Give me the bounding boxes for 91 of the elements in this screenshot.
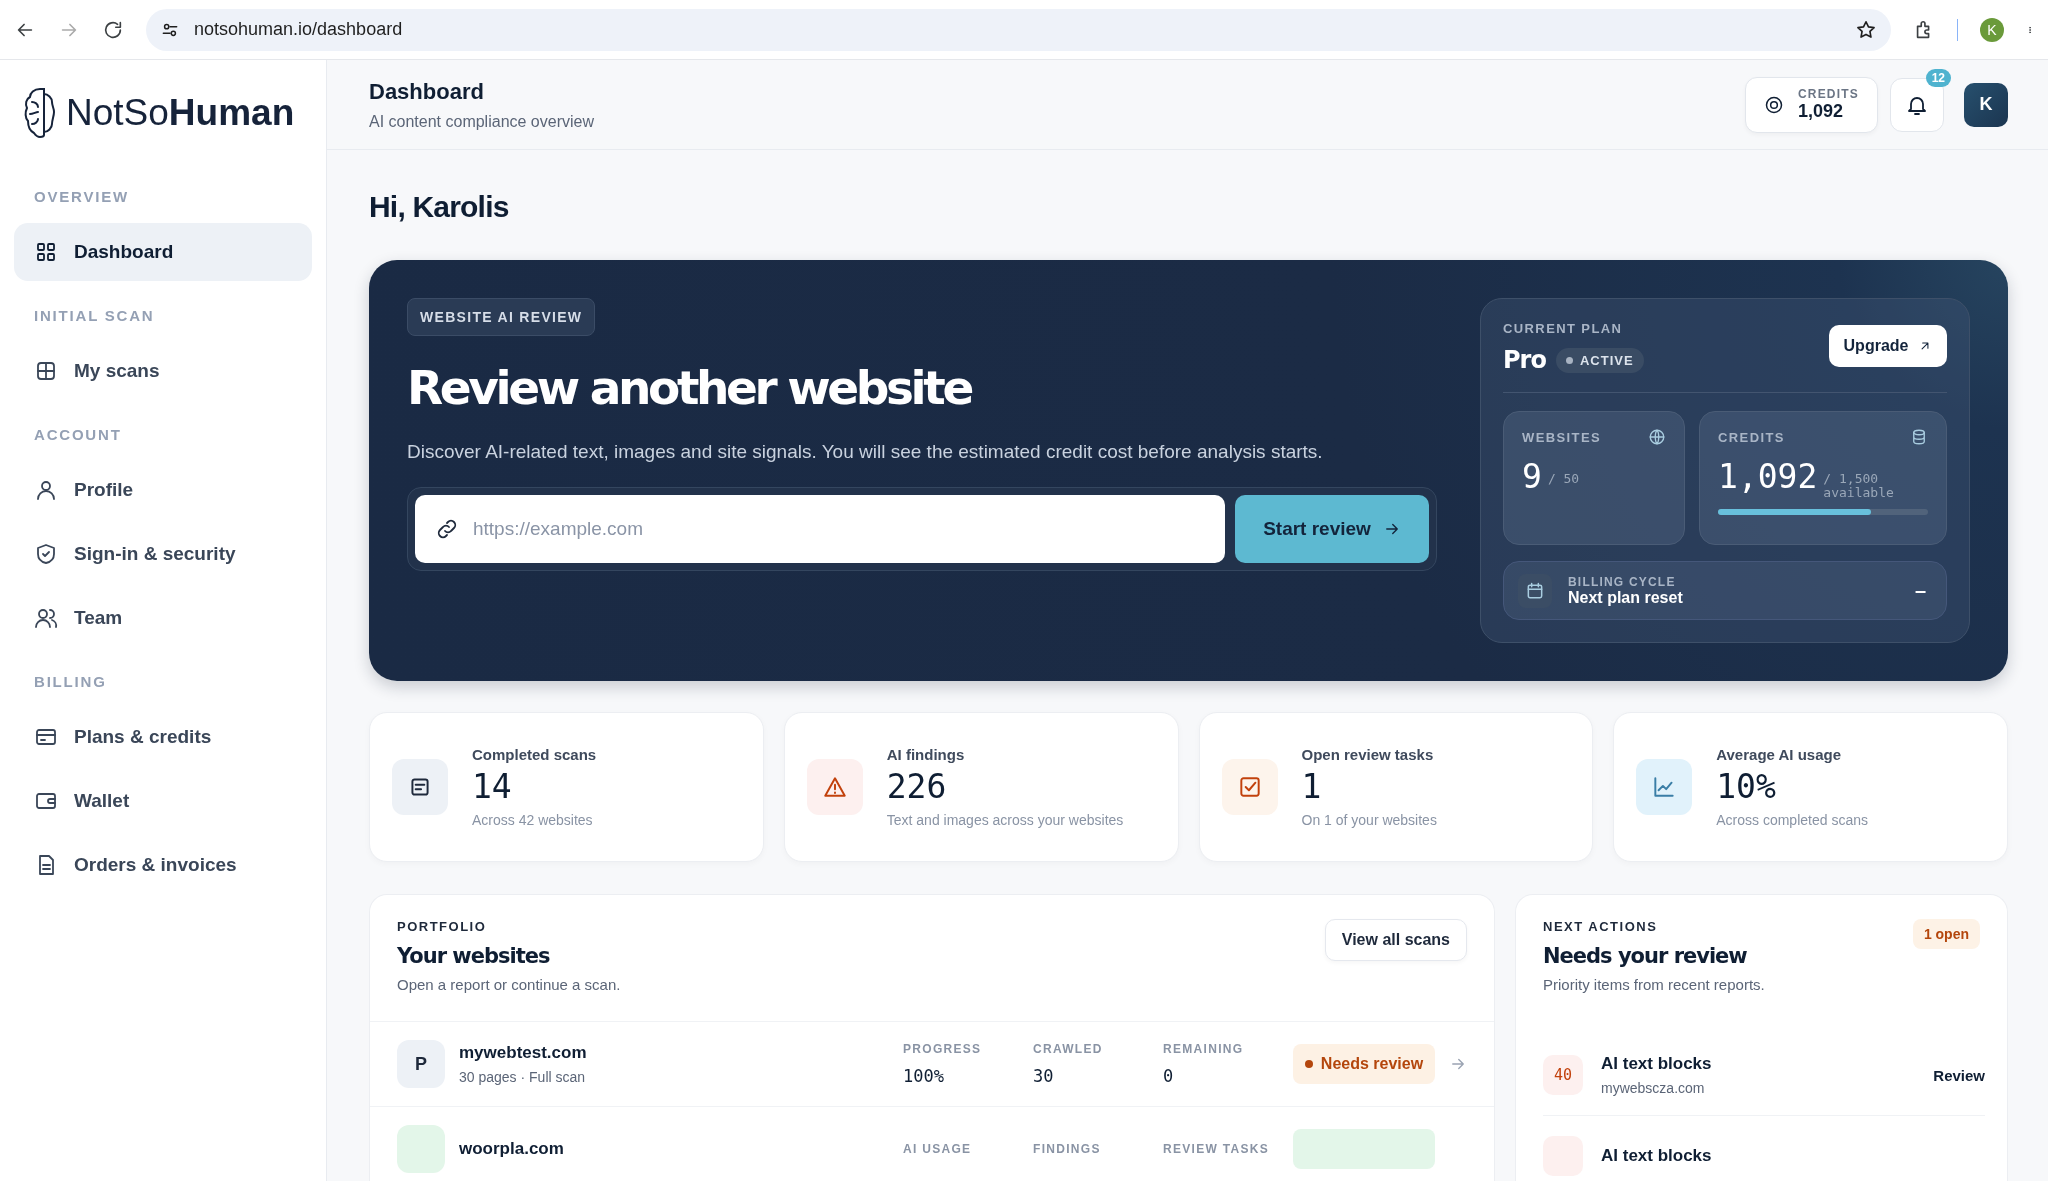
site-avatar: P — [397, 1040, 445, 1088]
action-title: AI text blocks — [1601, 1054, 1713, 1074]
site-name[interactable]: mywebtest.com — [459, 1043, 903, 1063]
stat-note: Across completed scans — [1716, 812, 1868, 828]
card-subtitle: Priority items from recent reports. — [1543, 976, 1765, 993]
metric-value: 0 — [1163, 1066, 1175, 1086]
section-badge: WEBSITE AI REVIEW — [407, 298, 596, 336]
section-title: BILLING — [33, 673, 108, 690]
globe-icon — [1648, 428, 1666, 446]
nav-item[interactable]: Dashboard — [14, 223, 312, 281]
site-name[interactable]: woorpla.com — [459, 1139, 903, 1159]
stat-note: On 1 of your websites — [1301, 812, 1437, 828]
nav-item[interactable]: Wallet — [14, 772, 312, 830]
database-icon — [1910, 428, 1928, 446]
upgrade-button[interactable]: Upgrade — [1829, 325, 1947, 367]
metric-label: REMAINING — [1163, 1042, 1245, 1056]
stat-value: 14 — [472, 767, 513, 806]
page-subtitle: AI content compliance overview — [369, 112, 595, 131]
warning-icon — [821, 774, 848, 800]
star-icon — [1855, 18, 1877, 41]
review-link[interactable]: Review — [1933, 1066, 1985, 1084]
section-label: PORTFOLIO — [397, 919, 488, 934]
billing-reading: – — [1914, 579, 1926, 602]
person-icon — [34, 478, 58, 502]
notification-count: 12 — [1925, 68, 1951, 87]
view-all-scans-button[interactable]: View all scans — [1324, 919, 1467, 961]
metric-label: CRAWLED — [1033, 1042, 1104, 1056]
status-badge: ACTIVE — [1555, 347, 1644, 373]
metric-label: FINDINGS — [1033, 1142, 1102, 1156]
nav-item[interactable]: Sign-in & security — [14, 525, 312, 583]
nav-item[interactable]: My scans — [14, 342, 312, 400]
stat-label: Open review tasks — [1301, 746, 1435, 763]
card-label: CREDITS — [1718, 429, 1785, 445]
url-text: notsohuman.io/dashboard — [194, 19, 403, 40]
billing-label: BILLING CYCLE — [1568, 574, 1677, 589]
greeting: Hi, Karolis — [369, 190, 510, 224]
section-title: OVERVIEW — [33, 188, 130, 205]
action-title: AI text blocks — [1601, 1146, 1713, 1166]
credits-count: 1,092 — [1718, 460, 1818, 493]
card-title: Needs your review — [1543, 944, 1748, 968]
url-field[interactable]: https://example.com — [415, 495, 1225, 563]
calendar-icon — [1525, 580, 1545, 601]
billing-value: Next plan reset — [1568, 588, 1684, 607]
people-icon — [34, 606, 58, 630]
card-title: Your websites — [397, 944, 551, 968]
status-badge: Needs review — [1293, 1044, 1435, 1084]
open-count-badge: 1 open — [1912, 919, 1980, 949]
shield-icon — [34, 542, 58, 566]
card-subtitle: Open a report or continue a scan. — [397, 976, 621, 993]
metric-label: REVIEW TASKS — [1163, 1142, 1271, 1156]
stat-value: 10% — [1716, 767, 1777, 806]
stat-label: Average AI usage — [1716, 746, 1843, 763]
section-label: NEXT ACTIONS — [1543, 919, 1659, 934]
plan-label: CURRENT PLAN — [1503, 321, 1624, 336]
plan-name: Pro — [1503, 346, 1546, 374]
websites-total: / 50 — [1547, 472, 1580, 486]
stat-note: Text and images across your websites — [886, 812, 1124, 828]
nav-item[interactable]: Plans & credits — [14, 708, 312, 766]
card-label: WEBSITES — [1522, 429, 1602, 445]
brand-name: NotSoHuman — [66, 92, 295, 134]
metric-label: PROGRESS — [903, 1042, 983, 1056]
nav-item[interactable]: Profile — [14, 461, 312, 519]
grid-icon — [34, 240, 58, 264]
nav-item[interactable]: Team — [14, 589, 312, 647]
address-bar[interactable]: notsohuman.io/dashboard — [146, 8, 1891, 51]
page-title: Dashboard — [369, 78, 485, 105]
hero-title: Review another website — [407, 360, 971, 415]
start-review-button[interactable]: Start review — [1235, 495, 1429, 563]
metric-value: 30 — [1033, 1066, 1055, 1086]
user-avatar[interactable]: K — [1964, 82, 2008, 127]
metric-label: AI USAGE — [903, 1142, 973, 1156]
credits-total: / 1,500 available — [1823, 472, 1894, 500]
hero-description: Discover AI-related text, images and site signals. You will see the estimated credit cost before analysis starts. — [407, 441, 1323, 463]
count-badge: 40 — [1543, 1055, 1583, 1095]
stat-value: 226 — [886, 767, 948, 806]
stat-label: AI findings — [886, 746, 966, 763]
websites-count: 9 — [1522, 460, 1542, 493]
section-title: ACCOUNT — [33, 426, 123, 443]
nav-item[interactable]: Orders & invoices — [14, 836, 312, 894]
link-icon — [435, 517, 459, 541]
action-site: mywebscza.com — [1601, 1080, 1706, 1096]
grid-icon — [34, 359, 58, 383]
coin-icon — [1763, 94, 1784, 115]
section-title: INITIAL SCAN — [33, 307, 156, 324]
stat-label: Completed scans — [472, 746, 597, 763]
credits-pill[interactable]: CREDITS 1,092 — [1744, 76, 1878, 133]
site-meta: 30 pages · Full scan — [459, 1069, 587, 1085]
metric-value: 100% — [903, 1066, 945, 1086]
stat-note: Across 42 websites — [472, 812, 594, 828]
brain-icon — [24, 88, 56, 138]
stat-value: 1 — [1301, 767, 1323, 806]
